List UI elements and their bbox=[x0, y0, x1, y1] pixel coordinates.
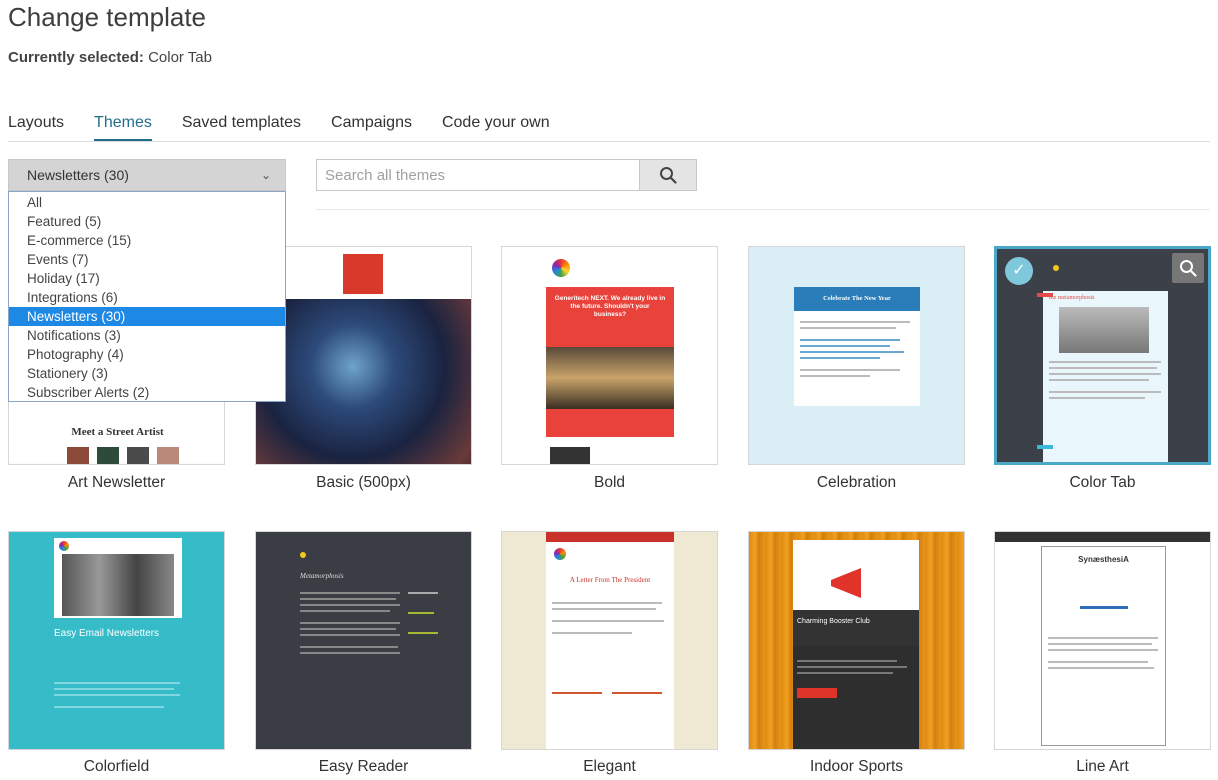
tab-themes[interactable]: Themes bbox=[94, 114, 152, 141]
tab-campaigns[interactable]: Campaigns bbox=[331, 114, 412, 141]
tab-code-your-own[interactable]: Code your own bbox=[442, 114, 550, 141]
template-card-basic[interactable] bbox=[255, 246, 472, 465]
preview-logo bbox=[59, 541, 69, 551]
preview-logo bbox=[343, 254, 383, 294]
preview-tab bbox=[1037, 293, 1053, 297]
preview-image bbox=[67, 447, 89, 464]
preview-image bbox=[1059, 307, 1149, 353]
category-select[interactable]: Newsletters (30) ⌄ bbox=[8, 159, 286, 191]
template-name[interactable]: Basic (500px) bbox=[255, 474, 472, 492]
preview-image bbox=[62, 554, 174, 616]
template-card-indoor-sports[interactable]: Charming Booster Club bbox=[748, 531, 965, 750]
preview-heading: Charming Booster Club bbox=[793, 610, 919, 646]
category-option-photography[interactable]: Photography (4) bbox=[9, 345, 285, 364]
category-option-newsletters[interactable]: Newsletters (30) bbox=[9, 307, 285, 326]
preview-block bbox=[550, 447, 590, 464]
preview-tab bbox=[1037, 445, 1053, 449]
current-label: Currently selected: bbox=[8, 49, 144, 66]
preview-heading: the metamorphosis bbox=[1049, 295, 1095, 301]
template-card-celebration[interactable]: Celebrate The New Year bbox=[748, 246, 965, 465]
template-name[interactable]: Line Art bbox=[994, 758, 1211, 776]
category-option-integrations[interactable]: Integrations (6) bbox=[9, 288, 285, 307]
template-name[interactable]: Easy Reader bbox=[255, 758, 472, 776]
template-name[interactable]: Colorfield bbox=[8, 758, 225, 776]
preview-header bbox=[54, 538, 182, 618]
search-input[interactable] bbox=[317, 160, 640, 190]
template-name[interactable]: Elegant bbox=[501, 758, 718, 776]
current-value: Color Tab bbox=[148, 49, 212, 66]
preview-image bbox=[546, 347, 674, 409]
preview-logo bbox=[300, 552, 306, 558]
preview-heading: Generitech NEXT. We already live in the … bbox=[554, 295, 666, 318]
category-option-events[interactable]: Events (7) bbox=[9, 250, 285, 269]
zoom-button[interactable] bbox=[1172, 253, 1204, 283]
preview-logo bbox=[552, 259, 570, 277]
template-card-color-tab[interactable]: the metamorphosis ✓ bbox=[994, 246, 1211, 465]
category-option-featured[interactable]: Featured (5) bbox=[9, 212, 285, 231]
template-name[interactable]: Color Tab bbox=[994, 474, 1211, 492]
preview-heading: Metamorphosis bbox=[300, 572, 344, 580]
preview-header bbox=[546, 532, 674, 542]
template-card-bold[interactable]: Generitech NEXT. We already live in the … bbox=[501, 246, 718, 465]
search-button[interactable] bbox=[639, 160, 696, 190]
preview-logo bbox=[1053, 265, 1059, 271]
template-name[interactable]: Indoor Sports bbox=[748, 758, 965, 776]
category-select-value: Newsletters (30) bbox=[27, 167, 129, 183]
preview-heading: Celebrate The New Year bbox=[794, 287, 920, 311]
preview-logo bbox=[554, 548, 566, 560]
preview-button bbox=[797, 688, 837, 698]
preview-logo bbox=[1080, 595, 1128, 609]
preview-heading: SynæsthesiA bbox=[1078, 555, 1129, 564]
preview-body: SynæsthesiA bbox=[1041, 546, 1166, 746]
preview-body: the metamorphosis bbox=[1043, 291, 1168, 462]
megaphone-icon bbox=[831, 568, 861, 598]
preview-heading: A Letter From The President bbox=[569, 576, 651, 584]
tab-bar: Layouts Themes Saved templates Campaigns… bbox=[8, 114, 1210, 142]
preview-header bbox=[995, 532, 1210, 542]
template-name[interactable]: Celebration bbox=[748, 474, 965, 492]
divider bbox=[316, 209, 1210, 210]
preview-area: Meet a Street Artist bbox=[9, 402, 224, 464]
category-option-ecommerce[interactable]: E-commerce (15) bbox=[9, 231, 285, 250]
tab-layouts[interactable]: Layouts bbox=[8, 114, 64, 141]
template-card-easy-reader[interactable]: Metamorphosis bbox=[255, 531, 472, 750]
preview-content bbox=[793, 646, 919, 749]
template-name[interactable]: Bold bbox=[501, 474, 718, 492]
tab-saved-templates[interactable]: Saved templates bbox=[182, 114, 301, 141]
template-card-line-art[interactable]: SynæsthesiA bbox=[994, 531, 1211, 750]
preview-image bbox=[127, 447, 149, 464]
check-icon: ✓ bbox=[1005, 257, 1033, 285]
preview-header bbox=[256, 247, 471, 299]
preview-heading: Meet a Street Artist bbox=[71, 426, 164, 438]
search-icon bbox=[1180, 260, 1197, 277]
preview-image bbox=[157, 447, 179, 464]
category-option-holiday[interactable]: Holiday (17) bbox=[9, 269, 285, 288]
template-card-elegant[interactable]: A Letter From The President bbox=[501, 531, 718, 750]
preview-body: A Letter From The President bbox=[546, 542, 674, 749]
preview-image bbox=[97, 447, 119, 464]
preview-body: Charming Booster Club bbox=[793, 540, 919, 749]
preview-body bbox=[794, 311, 920, 406]
search-box bbox=[316, 159, 697, 191]
template-card-colorfield[interactable]: Easy Email Newsletters bbox=[8, 531, 225, 750]
category-dropdown: All Featured (5) E-commerce (15) Events … bbox=[8, 191, 286, 402]
chevron-down-icon: ⌄ bbox=[260, 168, 271, 182]
page-title: Change template bbox=[8, 2, 207, 32]
category-option-notifications[interactable]: Notifications (3) bbox=[9, 326, 285, 345]
current-template: Currently selected: Color Tab bbox=[8, 49, 212, 66]
category-option-subscriber-alerts[interactable]: Subscriber Alerts (2) bbox=[9, 383, 285, 402]
category-option-stationery[interactable]: Stationery (3) bbox=[9, 364, 285, 383]
preview-heading: Easy Email Newsletters bbox=[54, 628, 160, 639]
category-option-all[interactable]: All bbox=[9, 193, 285, 212]
template-name[interactable]: Art Newsletter bbox=[8, 474, 225, 492]
preview-hero: Generitech NEXT. We already live in the … bbox=[546, 287, 674, 437]
search-icon bbox=[660, 167, 677, 184]
